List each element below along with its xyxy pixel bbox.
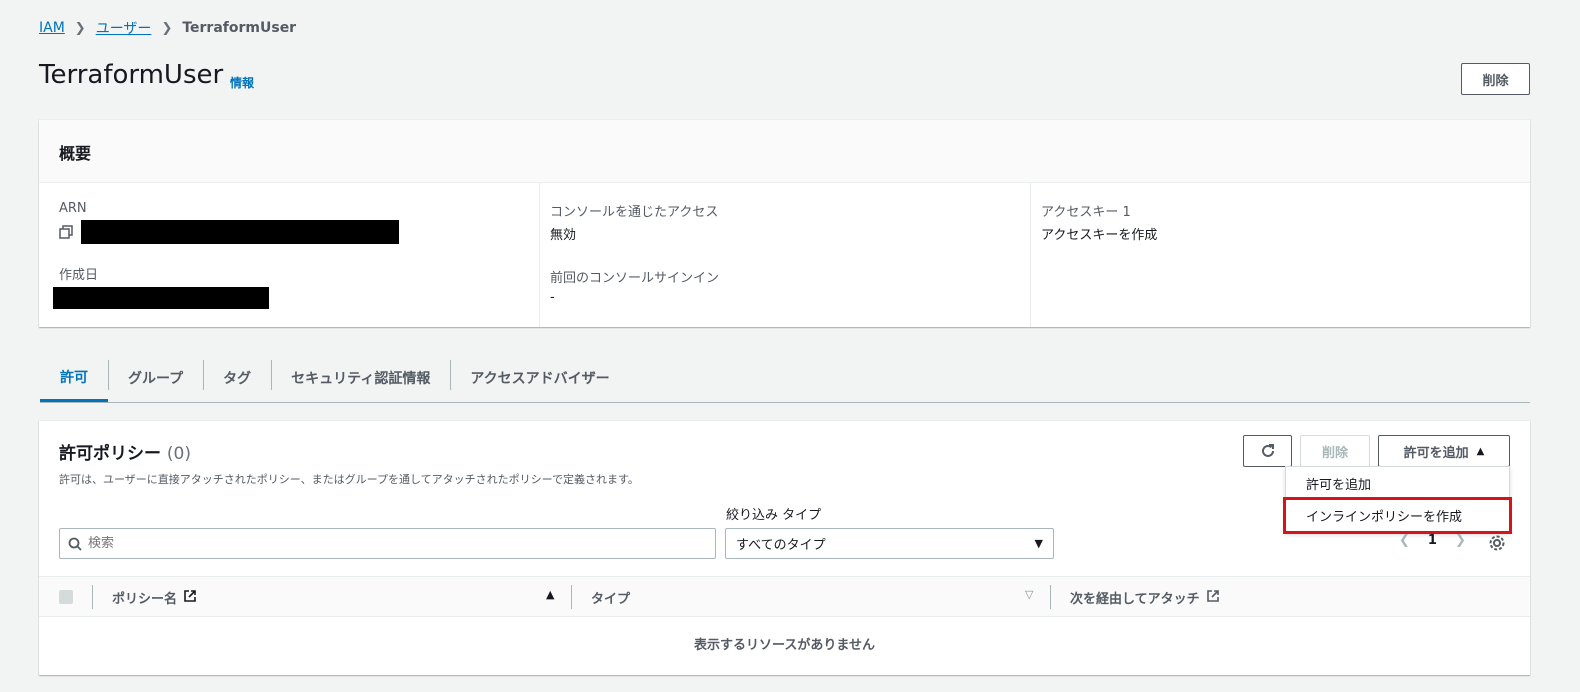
last-signin-value: - [550,290,555,305]
add-permissions-menu: 許可を追加 インラインポリシーを作成 [1283,466,1512,534]
tab-tags[interactable]: タグ [203,354,271,402]
filter-type-label: 絞り込み タイプ [726,508,822,523]
caret-down-icon: ▼ [1034,537,1043,550]
permissions-description: 許可は、ユーザーに直接アタッチされたポリシー、またはグループを通してアタッチされ… [59,473,639,486]
console-access-value: 無効 [550,228,577,243]
empty-state: 表示するリソースがありません [694,638,875,653]
add-permissions-label: 許可を追加 [1403,445,1469,461]
permissions-title-text: 許可ポリシー [59,444,161,464]
permissions-title: 許可ポリシー (0) [59,439,191,464]
column-policy-name[interactable]: ポリシー名 [112,588,197,607]
breadcrumb-iam[interactable]: IAM [39,20,65,36]
created-redacted [53,287,269,309]
external-link-icon [183,589,197,607]
permissions-count: (0) [166,444,192,464]
gear-icon[interactable] [1488,534,1506,556]
chevron-right-icon: ❯ [74,20,86,36]
tab-security-credentials[interactable]: セキュリティ認証情報 [271,354,450,402]
summary-col-arn: ARN 作成日 [39,183,539,327]
breadcrumb-users[interactable]: ユーザー [96,18,152,38]
page-title: TerraformUser [39,60,224,90]
delete-policy-button[interactable]: 削除 [1300,435,1370,467]
highlight-box [1283,497,1512,534]
page-number[interactable]: 1 [1428,533,1437,548]
column-divider [1050,585,1051,609]
search-input[interactable] [59,528,716,559]
table-header: ポリシー名 ▲ タイプ ▽ 次を経由してアタッチ [39,576,1530,617]
summary-col-access-key: アクセスキー 1 アクセスキーを作成 [1030,183,1530,327]
tab-permissions[interactable]: 許可 [40,354,108,402]
tab-access-advisor[interactable]: アクセスアドバイザー [450,354,629,402]
summary-card: 概要 ARN 作成日 コンソールを通じたアクセス 無効 前回のコンソールサインイ… [39,120,1530,327]
breadcrumb-current: TerraformUser [182,20,297,36]
caret-up-icon: ▲ [1476,445,1485,457]
column-attached-via-label: 次を経由してアタッチ [1070,592,1200,607]
tab-bar: 許可 グループ タグ セキュリティ認証情報 アクセスアドバイザー [40,354,1530,403]
sort-asc-icon[interactable]: ▲ [546,588,554,601]
tab-groups[interactable]: グループ [108,354,203,402]
column-type[interactable]: タイプ [591,588,630,607]
permissions-card: 許可ポリシー (0) 許可は、ユーザーに直接アタッチされたポリシー、またはグルー… [39,421,1530,675]
created-label: 作成日 [59,268,99,283]
external-link-icon [1206,589,1220,607]
filter-type-value: すべてのタイプ [736,538,826,553]
column-divider [571,585,572,609]
menu-item-add-permissions[interactable]: 許可を追加 [1306,474,1371,493]
refresh-button[interactable] [1243,435,1292,467]
pagination: ❮ 1 ❯ [1399,533,1466,548]
refresh-icon [1261,444,1274,457]
column-attached-via[interactable]: 次を経由してアタッチ [1070,588,1220,607]
search-icon [68,537,82,551]
console-access-label: コンソールを通じたアクセス [550,205,719,220]
add-permissions-button[interactable]: 許可を追加 ▲ [1378,435,1510,467]
column-type-label: タイプ [591,592,631,607]
filter-type-select[interactable]: すべてのタイプ ▼ [725,528,1054,559]
next-page-icon[interactable]: ❯ [1455,533,1466,548]
summary-header: 概要 [39,120,1530,183]
search-field[interactable] [88,536,688,551]
arn-label: ARN [59,201,87,216]
create-access-key-link[interactable]: アクセスキーを作成 [1041,224,1510,243]
prev-page-icon[interactable]: ❮ [1399,533,1410,548]
access-key-label: アクセスキー 1 [1041,205,1131,220]
delete-user-button[interactable]: 削除 [1461,63,1530,95]
info-link[interactable]: 情報 [230,74,254,91]
chevron-right-icon: ❯ [161,20,173,36]
select-all-checkbox[interactable] [59,590,73,604]
arn-redacted [81,220,399,244]
column-divider [92,585,93,609]
copy-icon[interactable] [59,225,73,239]
column-policy-name-label: ポリシー名 [112,592,178,607]
breadcrumb: IAM ❯ ユーザー ❯ TerraformUser [39,18,296,38]
summary-col-console: コンソールを通じたアクセス 無効 前回のコンソールサインイン - [539,183,1030,327]
sort-icon[interactable]: ▽ [1025,588,1033,601]
last-signin-label: 前回のコンソールサインイン [550,271,720,286]
